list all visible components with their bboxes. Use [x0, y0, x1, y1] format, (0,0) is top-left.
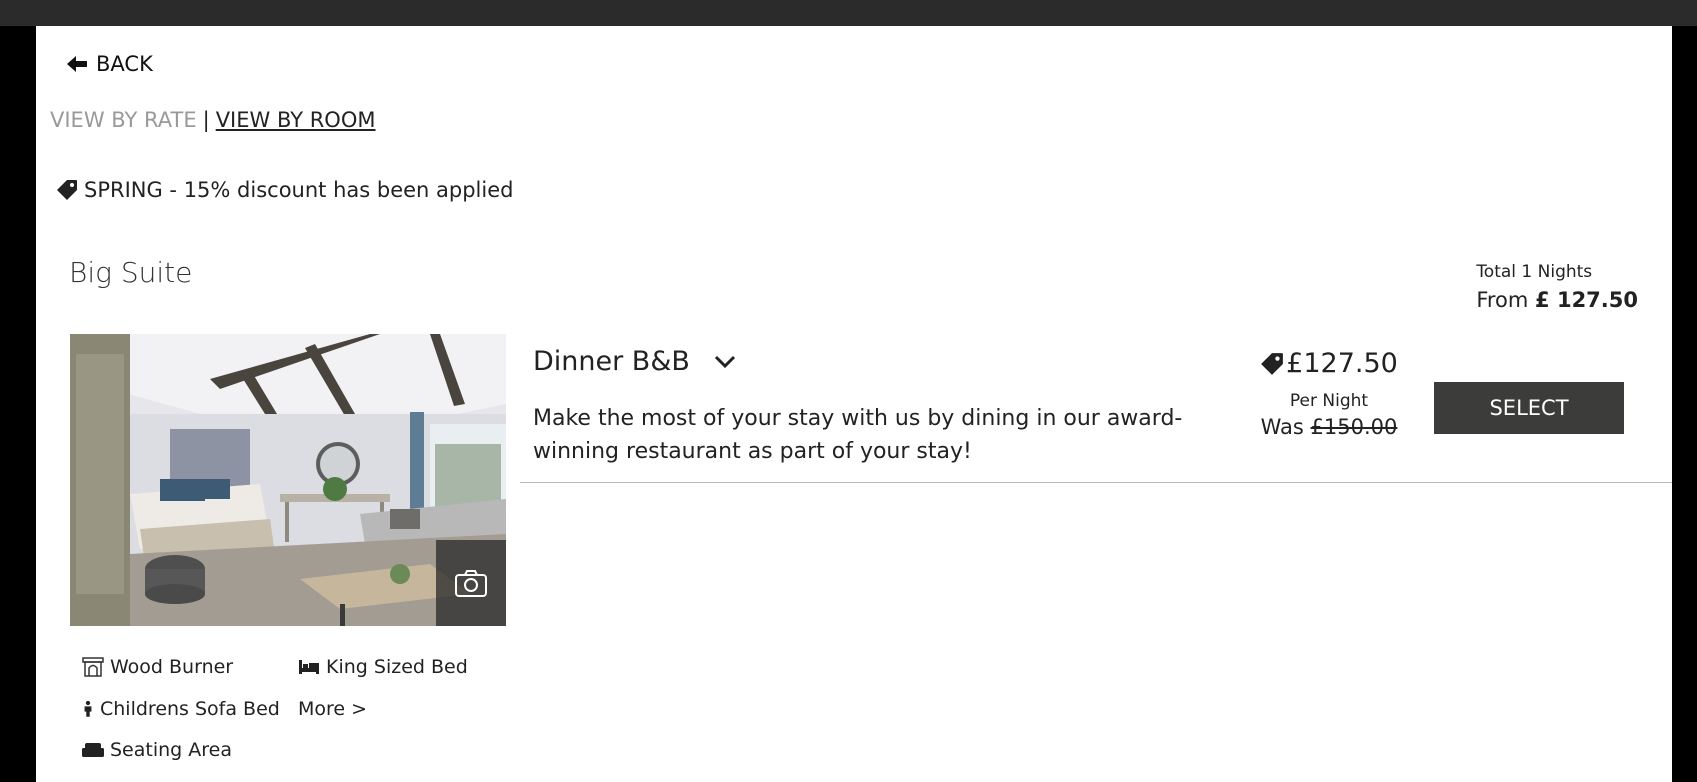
amenity-king-bed: King Sized Bed	[298, 656, 468, 678]
amenity-label: Seating Area	[110, 739, 232, 761]
arrow-left-icon	[67, 56, 87, 72]
amenity-wood-burner: Wood Burner	[82, 656, 233, 678]
from-prefix: From	[1476, 288, 1529, 312]
rate-price: £127.50	[1254, 348, 1404, 379]
amenity-label: King Sized Bed	[326, 656, 468, 678]
from-price: From £ 127.50	[1476, 288, 1638, 312]
child-icon	[84, 700, 92, 717]
bed-icon	[299, 660, 319, 674]
amenity-label: Childrens Sofa Bed	[100, 698, 280, 720]
view-separator: |	[202, 108, 210, 132]
camera-icon	[455, 570, 487, 597]
view-toggle: VIEW BY RATE | VIEW BY ROOM	[50, 108, 375, 132]
total-summary: Total 1 Nights From £ 127.50	[1476, 262, 1638, 312]
select-button[interactable]: SELECT	[1434, 382, 1624, 434]
discount-text: SPRING - 15% discount has been applied	[84, 178, 514, 202]
back-label: BACK	[96, 52, 153, 76]
rate-price-value: £127.50	[1286, 348, 1398, 379]
discount-banner: SPRING - 15% discount has been applied	[56, 178, 513, 202]
was-price: Was £150.00	[1254, 415, 1404, 439]
room-title: Big Suite	[69, 256, 193, 289]
top-bar	[0, 0, 1697, 26]
amenity-seating-area: Seating Area	[82, 739, 232, 761]
was-prefix: Was	[1260, 415, 1304, 439]
right-frame	[1672, 26, 1697, 782]
back-button[interactable]: BACK	[66, 52, 153, 76]
tag-icon	[57, 180, 77, 200]
rate-name-toggle[interactable]: Dinner B&B	[533, 346, 736, 377]
price-block: £127.50 Per Night Was £150.00	[1254, 348, 1404, 439]
total-nights-label: Total 1 Nights	[1476, 262, 1593, 282]
rate-name: Dinner B&B	[533, 346, 690, 377]
more-amenities-link[interactable]: More >	[298, 698, 367, 720]
sofa-icon	[82, 743, 104, 757]
view-by-room-link[interactable]: VIEW BY ROOM	[216, 108, 376, 132]
chevron-down-icon	[714, 355, 735, 368]
amenity-label: Wood Burner	[110, 656, 234, 678]
view-by-rate-link[interactable]: VIEW BY RATE	[50, 108, 197, 132]
fireplace-icon	[82, 657, 104, 677]
room-results-panel: BACK VIEW BY RATE | VIEW BY ROOM SPRING - …	[36, 26, 1674, 782]
rate-divider	[520, 482, 1674, 483]
amenity-childrens-sofa-bed: Childrens Sofa Bed	[82, 698, 280, 720]
per-night-label: Per Night	[1289, 391, 1369, 411]
rate-description: Make the most of your stay with us by di…	[533, 406, 1183, 464]
more-label: More >	[298, 698, 368, 720]
tag-icon	[1261, 352, 1284, 375]
room-photo[interactable]	[70, 334, 506, 626]
from-price-value: £ 127.50	[1535, 288, 1638, 312]
gallery-button[interactable]	[436, 540, 506, 626]
was-price-value: £150.00	[1310, 415, 1398, 439]
